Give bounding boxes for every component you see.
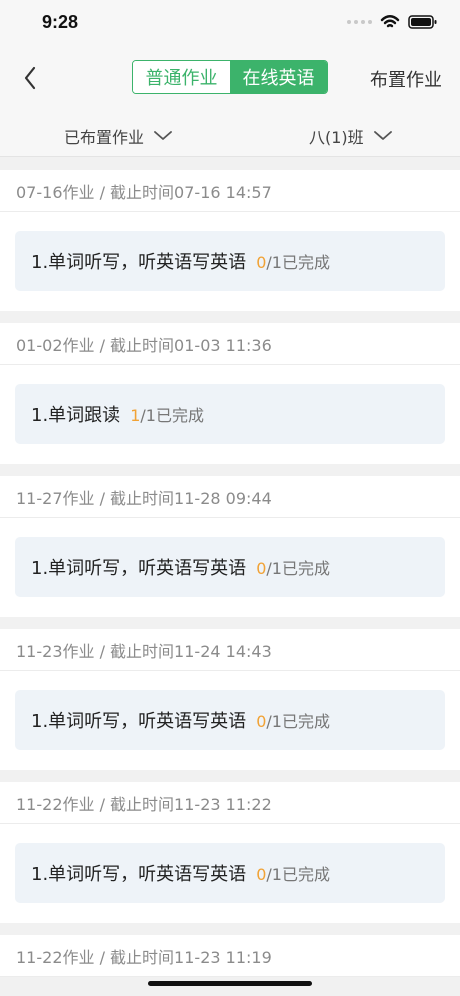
task-progress: 0 /1已完成 <box>256 555 330 579</box>
tab-online-english[interactable]: 在线英语 <box>230 61 327 93</box>
homework-date-header: 11-23作业 / 截止时间11-24 14:43 <box>0 629 460 671</box>
home-indicator <box>148 981 312 986</box>
homework-date-header: 01-02作业 / 截止时间01-03 11:36 <box>0 323 460 365</box>
total-count: /1已完成 <box>266 712 330 731</box>
task-progress: 0 /1已完成 <box>256 249 330 273</box>
total-count: /1已完成 <box>266 865 330 884</box>
homework-date-header: 11-22作业 / 截止时间11-23 11:22 <box>0 782 460 824</box>
homework-date-header: 07-16作业 / 截止时间07-16 14:57 <box>0 170 460 212</box>
homework-task-card[interactable]: 1.单词听写，听英语写英语 0 /1已完成 <box>15 843 445 903</box>
total-count: /1已完成 <box>266 559 330 578</box>
homework-section-body: 1.单词听写，听英语写英语 0 /1已完成 <box>0 518 460 617</box>
assigned-homework-filter-label: 已布置作业 <box>64 128 145 147</box>
homework-task-card[interactable]: 1.单词听写，听英语写英语 0 /1已完成 <box>15 690 445 750</box>
homework-date-header: 11-27作业 / 截止时间11-28 09:44 <box>0 476 460 518</box>
task-title: 1.单词跟读 <box>31 405 121 426</box>
completed-count: 0 <box>256 559 267 578</box>
homework-section-body: 1.单词听写，听英语写英语 0 /1已完成 <box>0 671 460 770</box>
task-progress: 0 /1已完成 <box>256 708 330 732</box>
class-filter-label: 八(1)班 <box>309 128 364 147</box>
back-button[interactable] <box>16 64 44 92</box>
homework-section: 01-02作业 / 截止时间01-03 11:36 1.单词跟读 1 /1已完成 <box>0 323 460 464</box>
chevron-down-icon <box>373 131 392 140</box>
task-title: 1.单词听写，听英语写英语 <box>31 558 247 579</box>
total-count: /1已完成 <box>266 253 330 272</box>
homework-section: 11-22作业 / 截止时间11-23 11:19 <box>0 935 460 977</box>
assigned-homework-filter[interactable]: 已布置作业 <box>64 124 172 148</box>
homework-date-header: 11-22作业 / 截止时间11-23 11:19 <box>0 935 460 977</box>
homework-type-segment: 普通作业 在线英语 <box>132 60 328 94</box>
wifi-icon <box>380 15 400 28</box>
completed-count: 0 <box>256 253 267 272</box>
completed-count: 0 <box>256 865 267 884</box>
completed-count: 0 <box>256 712 267 731</box>
chevron-down-icon <box>154 131 172 140</box>
homework-task-card[interactable]: 1.单词听写，听英语写英语 0 /1已完成 <box>15 537 445 597</box>
task-title: 1.单词听写，听英语写英语 <box>31 711 247 732</box>
navigation-bar: 普通作业 在线英语 布置作业 <box>0 48 460 114</box>
filter-bar: 已布置作业 八(1)班 <box>0 114 460 157</box>
total-count: /1已完成 <box>140 406 204 425</box>
homework-section-body: 1.单词听写，听英语写英语 0 /1已完成 <box>0 824 460 923</box>
status-icons <box>347 14 438 30</box>
battery-icon <box>408 15 437 29</box>
chevron-left-icon <box>24 66 36 90</box>
homework-section: 11-22作业 / 截止时间11-23 11:22 1.单词听写，听英语写英语 … <box>0 782 460 923</box>
homework-section-body: 1.单词跟读 1 /1已完成 <box>0 365 460 464</box>
status-time: 9:28 <box>42 12 79 32</box>
task-progress: 0 /1已完成 <box>256 861 330 885</box>
tab-ordinary-homework[interactable]: 普通作业 <box>133 61 230 93</box>
status-bar: 9:28 <box>0 0 460 48</box>
class-filter[interactable]: 八(1)班 <box>309 124 392 148</box>
homework-section: 07-16作业 / 截止时间07-16 14:57 1.单词听写，听英语写英语 … <box>0 170 460 311</box>
homework-section-body: 1.单词听写，听英语写英语 0 /1已完成 <box>0 212 460 311</box>
homework-list: 07-16作业 / 截止时间07-16 14:57 1.单词听写，听英语写英语 … <box>0 158 460 977</box>
task-progress: 1 /1已完成 <box>130 402 204 426</box>
homework-section: 11-23作业 / 截止时间11-24 14:43 1.单词听写，听英语写英语 … <box>0 629 460 770</box>
homework-task-card[interactable]: 1.单词听写，听英语写英语 0 /1已完成 <box>15 231 445 291</box>
homework-section: 11-27作业 / 截止时间11-28 09:44 1.单词听写，听英语写英语 … <box>0 476 460 617</box>
task-title: 1.单词听写，听英语写英语 <box>31 252 247 273</box>
signal-dots-icon <box>347 20 372 24</box>
task-title: 1.单词听写，听英语写英语 <box>31 864 247 885</box>
completed-count: 1 <box>130 406 141 425</box>
assign-homework-button[interactable]: 布置作业 <box>370 66 442 92</box>
homework-task-card[interactable]: 1.单词跟读 1 /1已完成 <box>15 384 445 444</box>
